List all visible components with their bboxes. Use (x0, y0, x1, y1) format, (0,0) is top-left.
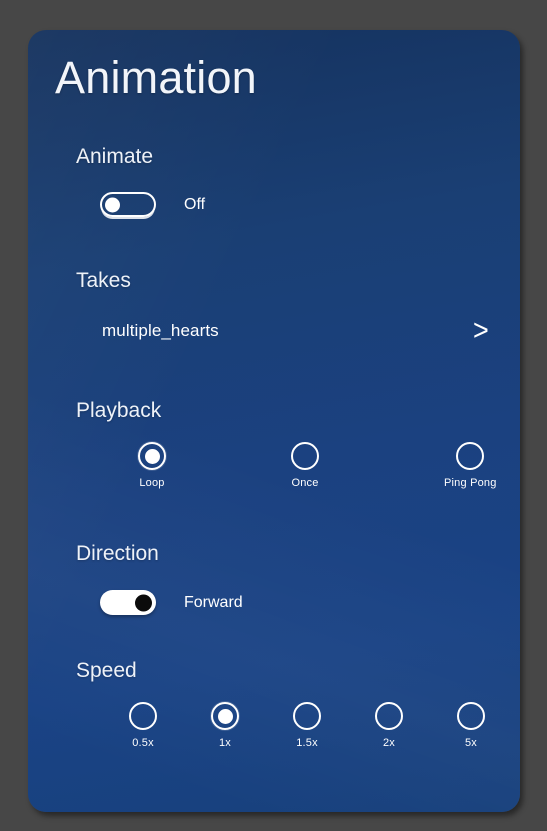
speed-option-5x[interactable]: 5x (457, 702, 485, 749)
animate-section-title: Animate (76, 145, 154, 168)
playback-section-title: Playback (76, 399, 162, 422)
direction-section-title: Direction (76, 542, 159, 565)
direction-toggle[interactable] (100, 590, 156, 615)
speed-options: 0.5x 1x 1.5x 2x 5x (28, 702, 520, 749)
radio-circle[interactable] (375, 702, 403, 730)
radio-dot (144, 448, 160, 464)
animation-settings-panel: Animation Animate Off Takes multiple_hea… (28, 30, 520, 812)
speed-option-label: 0.5x (132, 737, 154, 749)
radio-dot (217, 708, 233, 724)
direction-toggle-row: Forward (100, 590, 243, 615)
playback-option-label: Once (291, 477, 319, 489)
radio-circle[interactable] (291, 442, 319, 470)
toggle-knob (135, 594, 152, 611)
radio-circle[interactable] (211, 702, 239, 730)
chevron-right-icon[interactable]: > (473, 316, 491, 346)
speed-option-label: 5x (464, 737, 478, 749)
playback-option-loop[interactable]: Loop (138, 442, 166, 489)
animate-toggle[interactable] (100, 192, 156, 217)
takes-row[interactable]: multiple_hearts > (102, 316, 492, 346)
playback-option-once[interactable]: Once (291, 442, 319, 489)
speed-option-label: 1.5x (296, 737, 318, 749)
animate-toggle-label: Off (184, 195, 206, 213)
playback-option-label: Loop (139, 477, 165, 489)
radio-circle[interactable] (129, 702, 157, 730)
speed-option-label: 2x (382, 737, 396, 749)
speed-section-title: Speed (76, 659, 137, 682)
direction-toggle-label: Forward (184, 593, 243, 611)
page-title: Animation (55, 52, 257, 103)
speed-option-0-5x[interactable]: 0.5x (129, 702, 157, 749)
speed-option-label: 1x (218, 737, 232, 749)
radio-circle[interactable] (456, 442, 485, 470)
takes-value: multiple_hearts (102, 321, 219, 340)
speed-option-1x[interactable]: 1x (211, 702, 239, 749)
radio-circle[interactable] (138, 442, 166, 470)
playback-option-ping-pong[interactable]: Ping Pong (444, 442, 497, 489)
toggle-knob (105, 197, 120, 212)
animate-toggle-row: Off (100, 192, 205, 217)
takes-section-title: Takes (76, 269, 131, 292)
playback-option-label: Ping Pong (444, 477, 497, 489)
radio-circle[interactable] (457, 702, 485, 730)
speed-option-2x[interactable]: 2x (375, 702, 403, 749)
playback-options: Loop Once Ping Pong (28, 442, 520, 489)
speed-option-1-5x[interactable]: 1.5x (293, 702, 321, 749)
radio-circle[interactable] (293, 702, 321, 730)
